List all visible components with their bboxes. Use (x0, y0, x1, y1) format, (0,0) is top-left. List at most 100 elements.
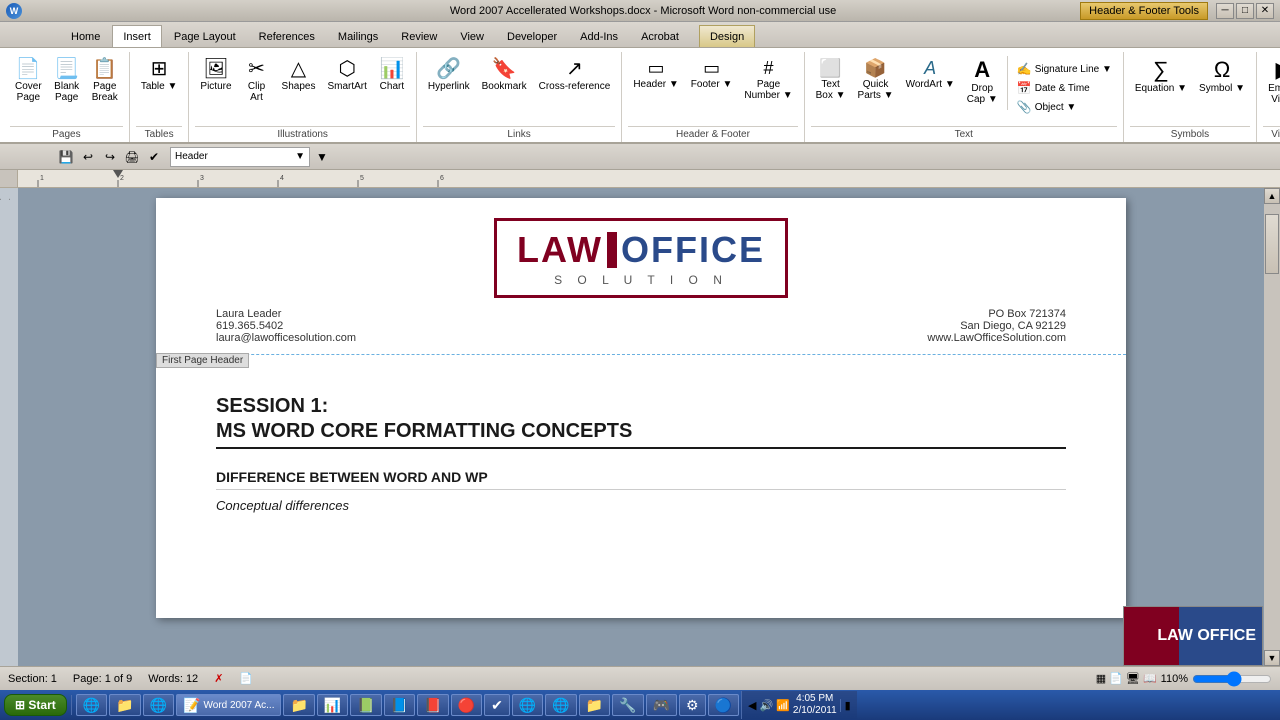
tab-review[interactable]: Review (390, 25, 448, 47)
tab-developer[interactable]: Developer (496, 25, 568, 47)
taskbar-item-explorer[interactable]: 📁 (109, 694, 140, 716)
windows-logo-icon: ⊞ (15, 698, 25, 712)
svg-text:6: 6 (440, 175, 444, 182)
table-icon: ⊞ (151, 59, 168, 79)
scroll-track[interactable] (1264, 204, 1280, 650)
check-button[interactable]: ✔ (144, 147, 164, 167)
embed-video-icon: ▶ (1275, 59, 1280, 81)
thumbnail-text: LAW OFFICE (1157, 627, 1256, 645)
taskbar-item-browser3[interactable]: 🌐 (512, 694, 543, 716)
ruler-content: 1 2 3 4 5 6 (38, 170, 1280, 187)
taskbar-item-onenote[interactable]: 📗 (350, 694, 381, 716)
dropcap-button[interactable]: A DropCap ▼ (962, 56, 1003, 108)
tab-mailings[interactable]: Mailings (327, 25, 389, 47)
taskbar-item-settings[interactable]: ⚙ (679, 694, 706, 716)
undo-button[interactable]: ↩ (78, 147, 98, 167)
close-button[interactable]: ✕ (1256, 3, 1274, 19)
scroll-up-button[interactable]: ▲ (1264, 188, 1280, 204)
ribbon-group-video: ▶ EmbedVideo Video (1257, 52, 1280, 142)
bookmark-icon: 🔖 (492, 59, 517, 79)
taskbar-item-game[interactable]: 🎮 (646, 694, 677, 716)
window-controls[interactable]: ─ □ ✕ (1216, 3, 1274, 19)
clip-art-button[interactable]: ✂ ClipArt (239, 56, 275, 106)
right-scrollbar[interactable]: ▲ ▼ (1264, 188, 1280, 666)
tab-page-layout[interactable]: Page Layout (163, 25, 247, 47)
header-footer-tools-label: Header & Footer Tools (1080, 2, 1208, 20)
document-area: · · · LAW OFFICE S (0, 188, 1280, 666)
taskbar-item-blue[interactable]: 🔵 (708, 694, 739, 716)
taskbar-item-acrobat[interactable]: 🔴 (451, 694, 482, 716)
svg-text:1: 1 (40, 175, 44, 182)
taskbar-item-browser2[interactable]: 🌐 (143, 694, 174, 716)
blank-page-button[interactable]: 📃 BlankPage (49, 56, 85, 106)
quick-parts-button[interactable]: 📦 QuickParts ▼ (853, 56, 899, 104)
illustrations-group-label: Illustrations (195, 126, 410, 142)
contact-phone: 619.365.5402 (216, 320, 356, 332)
taskbar-item-check[interactable]: ✔ (484, 694, 510, 716)
picture-button[interactable]: 🖼 Picture (195, 56, 236, 95)
chart-button[interactable]: 📊 Chart (374, 56, 410, 95)
start-button[interactable]: ⊞ Start (4, 694, 67, 716)
hyperlink-button[interactable]: 🔗 Hyperlink (423, 56, 475, 95)
ribbon-group-links: 🔗 Hyperlink 🔖 Bookmark ↗ Cross-reference… (417, 52, 622, 142)
table-button[interactable]: ⊞ Table ▼ (136, 56, 183, 95)
symbol-icon: Ω (1214, 59, 1230, 81)
cross-reference-button[interactable]: ↗ Cross-reference (534, 56, 616, 95)
quick-access-toolbar: 💾 ↩ ↪ 🖨 ✔ Header ▼ ▼ (0, 144, 1280, 170)
object-button[interactable]: 📎 Object ▼ (1012, 98, 1117, 116)
tab-design[interactable]: Design (699, 25, 755, 47)
tab-add-ins[interactable]: Add-Ins (569, 25, 629, 47)
tab-references[interactable]: References (248, 25, 326, 47)
footer-button[interactable]: ▭ Footer ▼ (686, 56, 738, 93)
tab-insert[interactable]: Insert (112, 25, 162, 47)
contact-name: Laura Leader (216, 308, 356, 320)
cover-page-button[interactable]: 📄 CoverPage (10, 56, 47, 106)
zoom-slider[interactable] (1192, 672, 1272, 686)
embed-video-button[interactable]: ▶ EmbedVideo (1263, 56, 1280, 108)
taskbar-item-outlook[interactable]: 📘 (384, 694, 415, 716)
tray-hide-button[interactable]: ◀ (748, 699, 756, 712)
signature-line-button[interactable]: ✍ Signature Line ▼ (1012, 60, 1117, 78)
expand-button[interactable]: ▼ (312, 147, 332, 167)
tab-view[interactable]: View (449, 25, 495, 47)
volume-icon: 📶 (776, 699, 790, 712)
page-break-icon: 📋 (92, 59, 117, 79)
scroll-down-button[interactable]: ▼ (1264, 650, 1280, 666)
logo: LAW OFFICE S O L U T I O N (494, 218, 788, 298)
logo-law: LAW (517, 229, 603, 271)
text-box-button[interactable]: ⬜ TextBox ▼ (811, 56, 851, 104)
document-scroll-area[interactable]: LAW OFFICE S O L U T I O N Laura Leader … (18, 188, 1264, 666)
taskbar-item-ie[interactable]: 🌐 (76, 694, 107, 716)
redo-button[interactable]: ↪ (100, 147, 120, 167)
page-body: SESSION 1: MS WORD CORE FORMATTING CONCE… (156, 355, 1126, 539)
page-break-button[interactable]: 📋 PageBreak (87, 56, 123, 106)
taskbar-item-word[interactable]: 📝 Word 2007 Ac... (176, 694, 281, 716)
smartart-button[interactable]: ⬡ SmartArt (322, 56, 371, 95)
header-button[interactable]: ▭ Header ▼ (628, 56, 683, 93)
style-selector[interactable]: Header ▼ (170, 147, 310, 167)
show-desktop-button[interactable]: ▮ (840, 699, 851, 712)
page-number-button[interactable]: # PageNumber ▼ (739, 56, 797, 104)
taskbar-item-folder[interactable]: 📁 (283, 694, 314, 716)
minimize-button[interactable]: ─ (1216, 3, 1234, 19)
symbol-button[interactable]: Ω Symbol ▼ (1194, 56, 1250, 97)
tab-acrobat[interactable]: Acrobat (630, 25, 690, 47)
taskbar-item-access[interactable]: 📕 (417, 694, 448, 716)
bookmark-button[interactable]: 🔖 Bookmark (477, 56, 532, 95)
tab-home[interactable]: Home (60, 25, 111, 47)
maximize-button[interactable]: □ (1236, 3, 1254, 19)
date-time-button[interactable]: 📅 Date & Time (1012, 79, 1117, 97)
print-button[interactable]: 🖨 (122, 147, 142, 167)
taskbar-item-browser4[interactable]: 🌐 (545, 694, 576, 716)
wordart-button[interactable]: A WordArt ▼ (901, 56, 960, 93)
taskbar-item-tool[interactable]: 🔧 (612, 694, 643, 716)
ruler: 1 2 3 4 5 6 (0, 170, 1280, 188)
equation-button[interactable]: ∑ Equation ▼ (1130, 56, 1192, 97)
thumbnail-bg: LAW OFFICE (1124, 607, 1262, 665)
taskbar-item-excel[interactable]: 📊 (317, 694, 348, 716)
app-logo-icon: W (6, 3, 22, 19)
taskbar-item-folder2[interactable]: 📁 (579, 694, 610, 716)
shapes-button[interactable]: △ Shapes (277, 56, 321, 95)
scroll-thumb[interactable] (1265, 214, 1279, 274)
save-button[interactable]: 💾 (56, 147, 76, 167)
